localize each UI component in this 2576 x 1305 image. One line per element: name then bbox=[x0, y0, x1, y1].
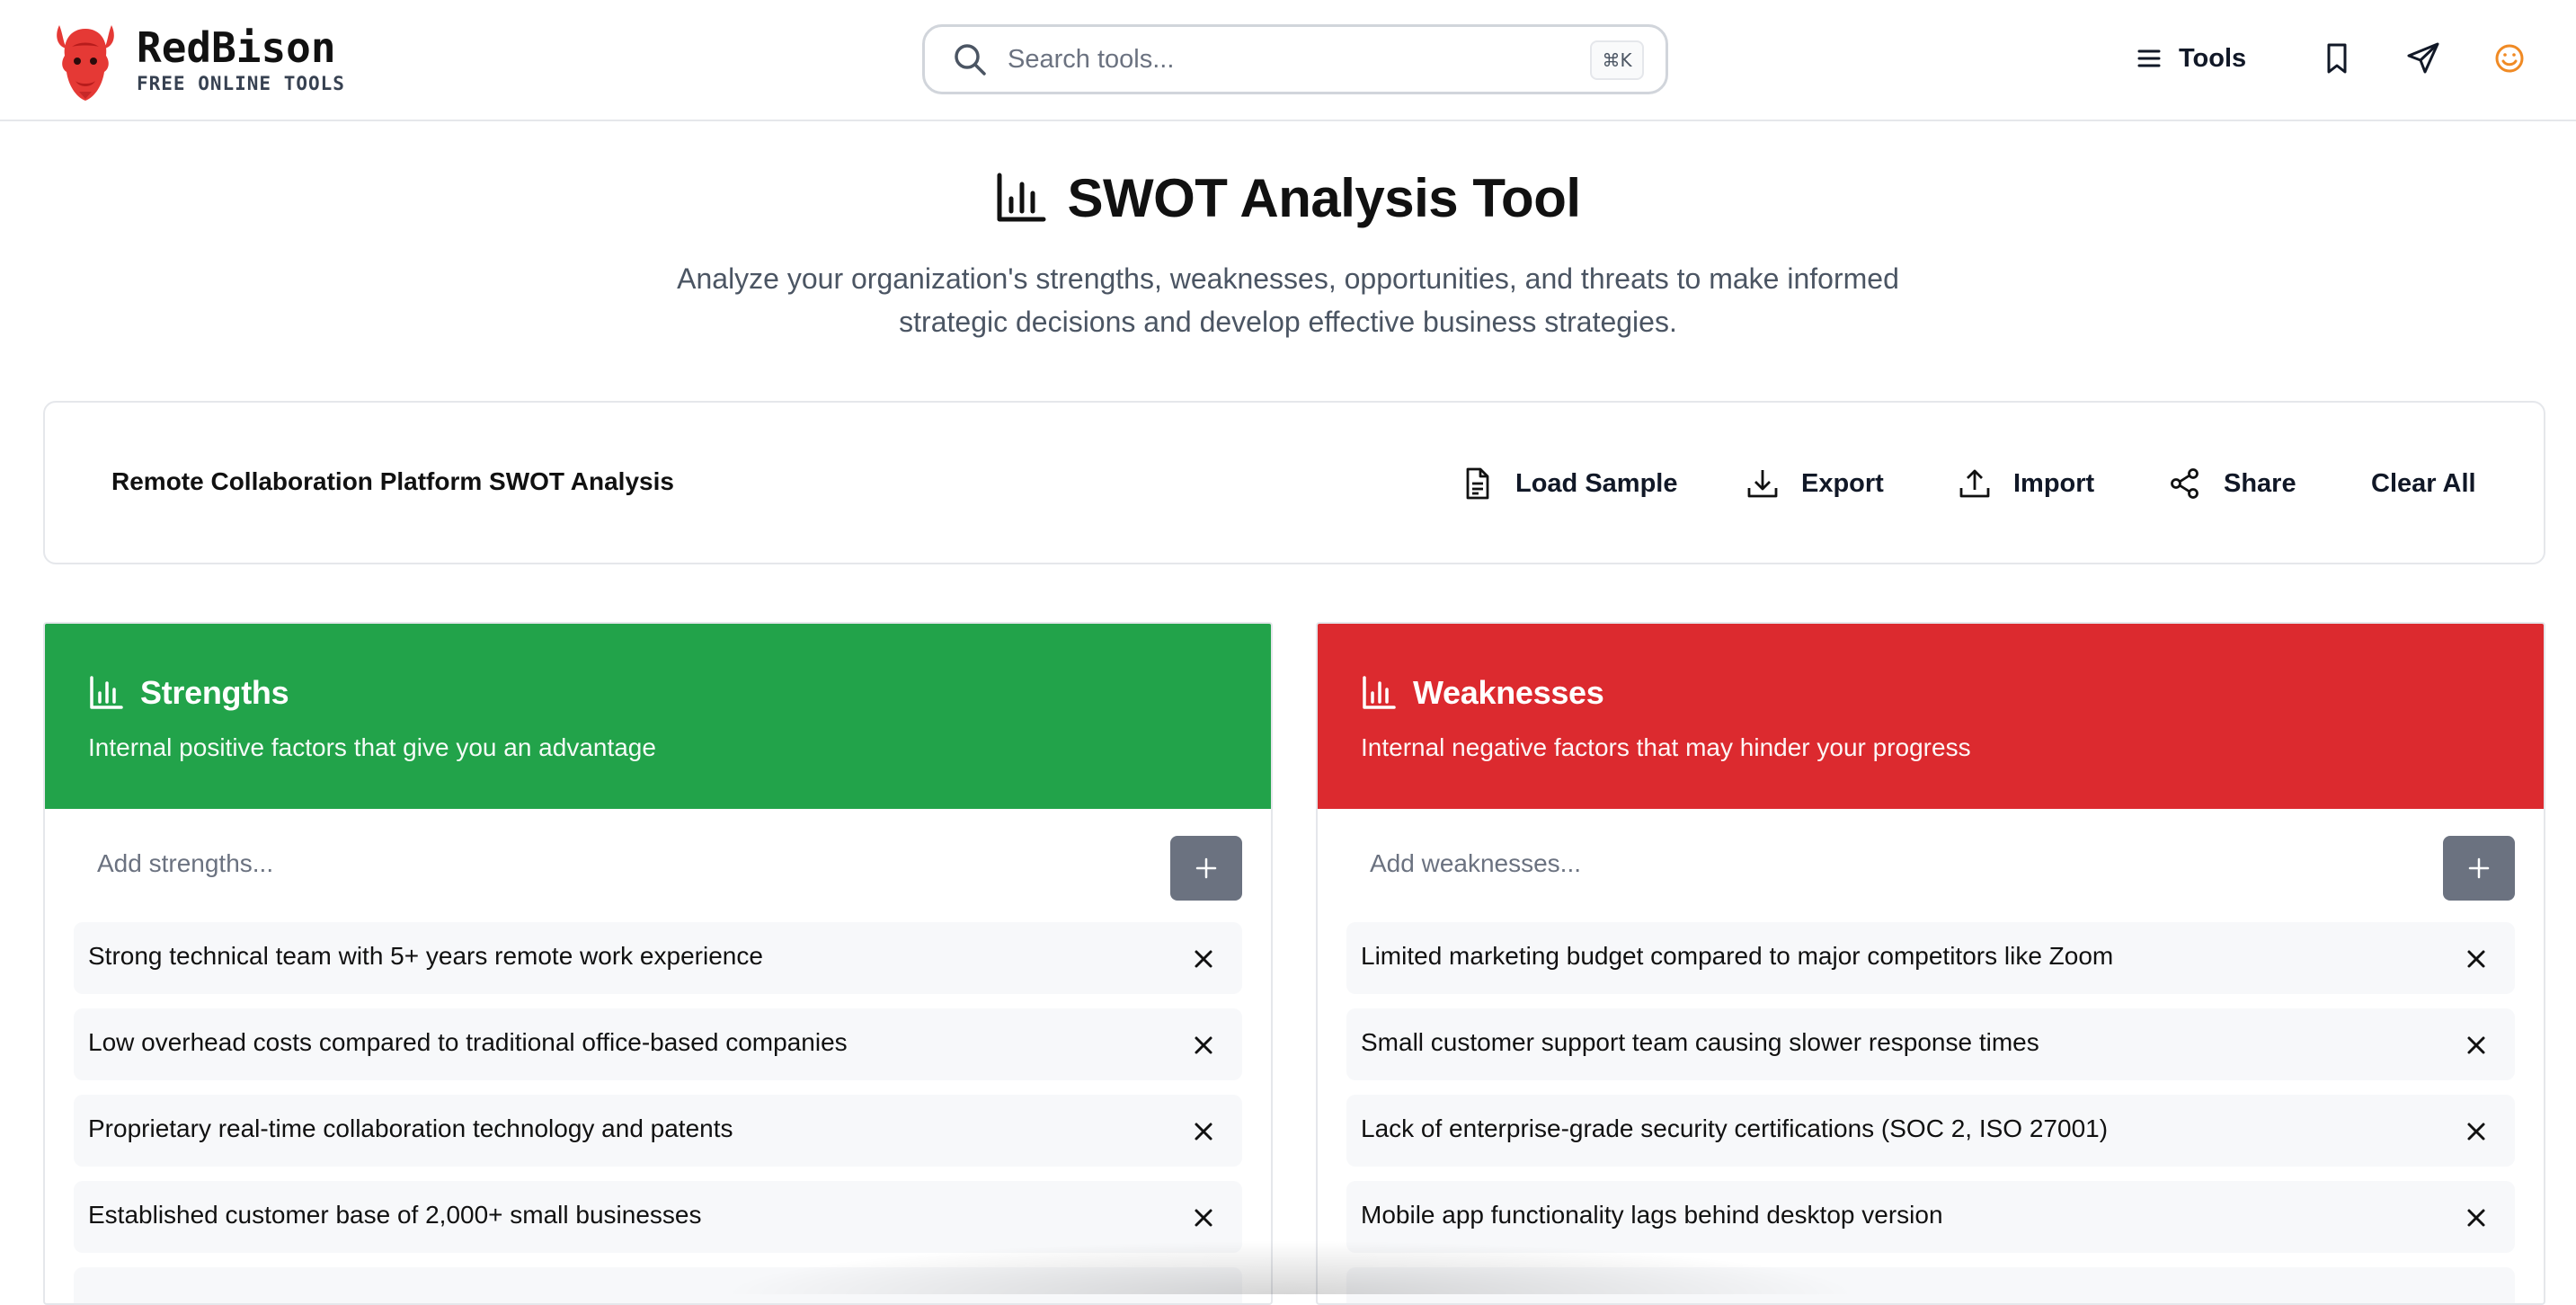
add-strength-button[interactable] bbox=[1170, 836, 1242, 901]
load-sample-button[interactable]: Load Sample bbox=[1460, 457, 1678, 510]
weaknesses-input[interactable] bbox=[1348, 832, 2418, 895]
document-icon bbox=[1466, 467, 1489, 500]
list-item bbox=[74, 1267, 1242, 1303]
list-item-text: Mobile app functionality lags behind des… bbox=[1361, 1201, 1943, 1229]
list-item-text: Strong technical team with 5+ years remo… bbox=[88, 942, 763, 970]
strengths-header: Strengths Internal positive factors that… bbox=[45, 624, 1271, 809]
bookmark-icon[interactable] bbox=[2319, 40, 2355, 76]
list-item-text: Lack of enterprise-grade security certif… bbox=[1361, 1114, 2109, 1142]
strengths-title: Strengths bbox=[140, 674, 289, 711]
clear-all-label: Clear All bbox=[2371, 468, 2476, 498]
strengths-input[interactable] bbox=[76, 832, 1145, 895]
close-icon bbox=[2467, 950, 2485, 968]
bar-chart-icon bbox=[997, 173, 1046, 222]
weaknesses-panel: Weaknesses Internal negative factors tha… bbox=[1316, 622, 2545, 1305]
weaknesses-description: Internal negative factors that may hinde… bbox=[1361, 733, 1971, 761]
add-weakness-button[interactable] bbox=[2443, 836, 2515, 901]
top-navbar: RedBison FREE ONLINE TOOLS ⌘K Tools bbox=[0, 0, 2576, 121]
import-label: Import bbox=[2013, 468, 2095, 498]
list-item-text: Proprietary real-time collaboration tech… bbox=[88, 1114, 733, 1142]
share-icon bbox=[2171, 468, 2198, 499]
page-header: SWOT Analysis Tool bbox=[0, 162, 2576, 234]
strengths-list: Strong technical team with 5+ years remo… bbox=[45, 922, 1271, 1303]
strengths-panel: Strengths Internal positive factors that… bbox=[43, 622, 1273, 1305]
load-sample-label: Load Sample bbox=[1515, 468, 1678, 498]
list-item-text: Limited marketing budget compared to maj… bbox=[1361, 942, 2114, 970]
clear-all-button[interactable]: Clear All bbox=[2371, 457, 2476, 510]
remove-item-button[interactable] bbox=[1188, 944, 1219, 974]
close-icon bbox=[1195, 950, 1212, 968]
tools-menu-label: Tools bbox=[2179, 43, 2247, 73]
brand-name: RedBison bbox=[137, 23, 336, 72]
close-icon bbox=[2467, 1123, 2485, 1141]
strengths-add-row bbox=[45, 809, 1271, 922]
bar-chart-icon bbox=[90, 676, 123, 709]
download-icon bbox=[1747, 470, 1778, 498]
menu-icon bbox=[2137, 49, 2161, 67]
smiley-icon[interactable] bbox=[2492, 40, 2527, 76]
weaknesses-title: Weaknesses bbox=[1413, 674, 1604, 711]
brand-tagline: FREE ONLINE TOOLS bbox=[137, 73, 345, 94]
close-icon bbox=[1195, 1209, 1212, 1227]
weaknesses-add-row bbox=[1318, 809, 2544, 922]
search-box[interactable]: ⌘K bbox=[922, 24, 1668, 94]
remove-item-button[interactable] bbox=[1188, 1030, 1219, 1061]
analysis-title[interactable]: Remote Collaboration Platform SWOT Analy… bbox=[111, 467, 674, 496]
list-item-text: Established customer base of 2,000+ smal… bbox=[88, 1201, 702, 1229]
close-icon bbox=[1195, 1036, 1212, 1054]
brand-logo[interactable]: RedBison FREE ONLINE TOOLS bbox=[52, 16, 345, 102]
search-icon bbox=[955, 44, 986, 75]
upload-icon bbox=[1959, 469, 1990, 498]
bison-logo-icon bbox=[57, 25, 114, 101]
list-item: Strong technical team with 5+ years remo… bbox=[74, 922, 1242, 994]
list-item: Limited marketing budget compared to maj… bbox=[1346, 922, 2515, 994]
remove-item-button[interactable] bbox=[2461, 1030, 2492, 1061]
remove-item-button[interactable] bbox=[2461, 1203, 2492, 1233]
list-item: Proprietary real-time collaboration tech… bbox=[74, 1095, 1242, 1167]
list-item: Low overhead costs compared to tradition… bbox=[74, 1008, 1242, 1080]
remove-item-button[interactable] bbox=[2461, 1116, 2492, 1147]
send-icon[interactable] bbox=[2405, 40, 2441, 76]
list-item: Lack of enterprise-grade security certif… bbox=[1346, 1095, 2515, 1167]
export-label: Export bbox=[1801, 468, 1884, 498]
page-title: SWOT Analysis Tool bbox=[1067, 167, 1581, 228]
share-label: Share bbox=[2224, 468, 2296, 498]
remove-item-button[interactable] bbox=[1188, 1203, 1219, 1233]
analysis-toolbar: Remote Collaboration Platform SWOT Analy… bbox=[43, 401, 2545, 564]
bar-chart-icon bbox=[1363, 676, 1396, 709]
list-item bbox=[1346, 1267, 2515, 1303]
search-input[interactable] bbox=[1008, 44, 1583, 75]
close-icon bbox=[2467, 1209, 2485, 1227]
close-icon bbox=[2467, 1036, 2485, 1054]
list-item: Mobile app functionality lags behind des… bbox=[1346, 1181, 2515, 1253]
plus-icon bbox=[2468, 857, 2490, 879]
import-button[interactable]: Import bbox=[1958, 457, 2094, 510]
weaknesses-header: Weaknesses Internal negative factors tha… bbox=[1318, 624, 2544, 809]
close-icon bbox=[1195, 1123, 1212, 1141]
export-button[interactable]: Export bbox=[1745, 457, 1884, 510]
remove-item-button[interactable] bbox=[2461, 944, 2492, 974]
share-button[interactable]: Share bbox=[2168, 457, 2296, 510]
plus-icon bbox=[1195, 857, 1217, 879]
tools-menu-button[interactable]: Tools bbox=[2136, 36, 2246, 81]
list-item-text: Small customer support team causing slow… bbox=[1361, 1028, 2039, 1056]
list-item-text: Low overhead costs compared to tradition… bbox=[88, 1028, 848, 1056]
remove-item-button[interactable] bbox=[1188, 1116, 1219, 1147]
weaknesses-list: Limited marketing budget compared to maj… bbox=[1318, 922, 2544, 1303]
list-item: Small customer support team causing slow… bbox=[1346, 1008, 2515, 1080]
search-shortcut-badge: ⌘K bbox=[1590, 40, 1644, 80]
list-item: Established customer base of 2,000+ smal… bbox=[74, 1181, 1242, 1253]
page-subtitle: Analyze your organization's strengths, w… bbox=[677, 262, 1899, 338]
strengths-description: Internal positive factors that give you … bbox=[88, 733, 656, 761]
